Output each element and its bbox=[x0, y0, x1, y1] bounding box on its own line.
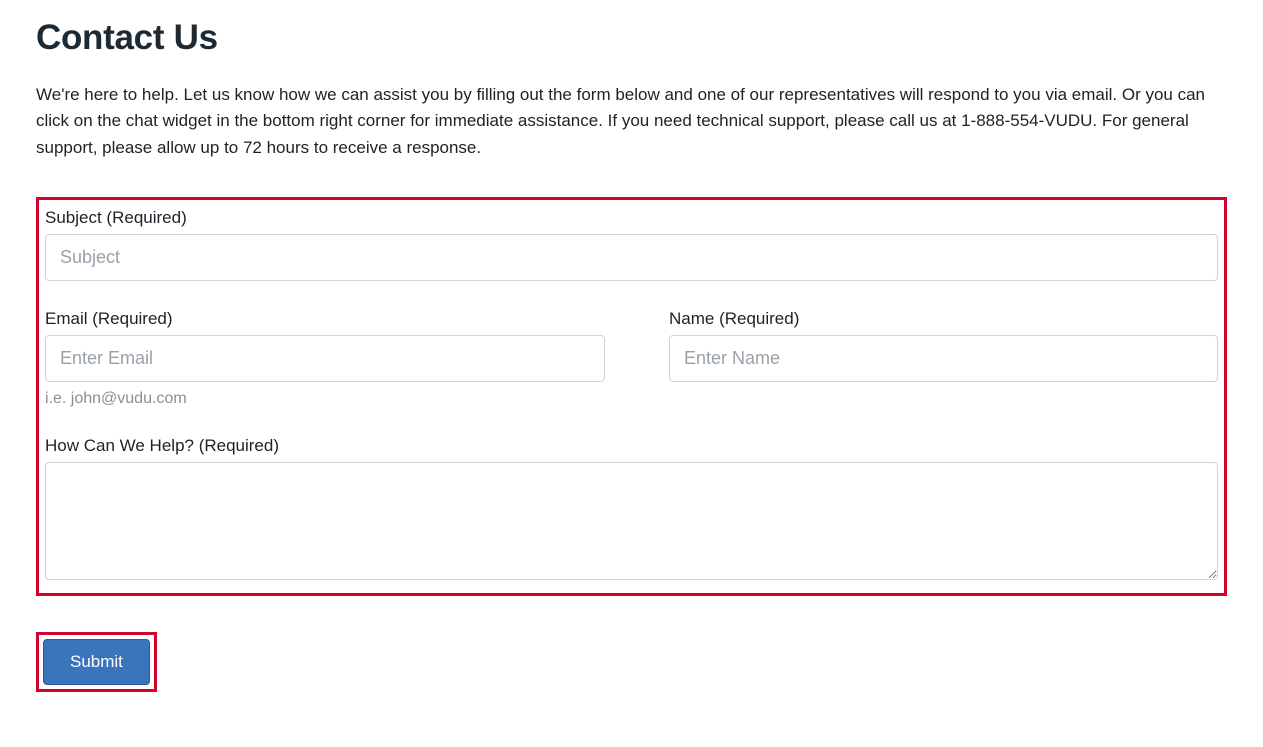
email-input[interactable] bbox=[45, 335, 605, 382]
subject-group: Subject (Required) bbox=[45, 208, 1218, 281]
email-help-text: i.e. john@vudu.com bbox=[45, 390, 605, 408]
submit-area: Submit bbox=[36, 632, 1227, 692]
message-group: How Can We Help? (Required) bbox=[45, 436, 1218, 585]
name-group: Name (Required) bbox=[669, 309, 1218, 436]
message-label: How Can We Help? (Required) bbox=[45, 436, 1218, 456]
email-group: Email (Required) i.e. john@vudu.com bbox=[45, 309, 605, 408]
name-input[interactable] bbox=[669, 335, 1218, 382]
contact-form-highlight: Subject (Required) Email (Required) i.e.… bbox=[36, 197, 1227, 596]
submit-highlight: Submit bbox=[36, 632, 157, 692]
message-textarea[interactable] bbox=[45, 462, 1218, 580]
submit-button[interactable]: Submit bbox=[43, 639, 150, 685]
name-label: Name (Required) bbox=[669, 309, 1218, 329]
email-label: Email (Required) bbox=[45, 309, 605, 329]
intro-text: We're here to help. Let us know how we c… bbox=[36, 82, 1227, 161]
page-title: Contact Us bbox=[36, 18, 1227, 58]
subject-label: Subject (Required) bbox=[45, 208, 1218, 228]
subject-input[interactable] bbox=[45, 234, 1218, 281]
